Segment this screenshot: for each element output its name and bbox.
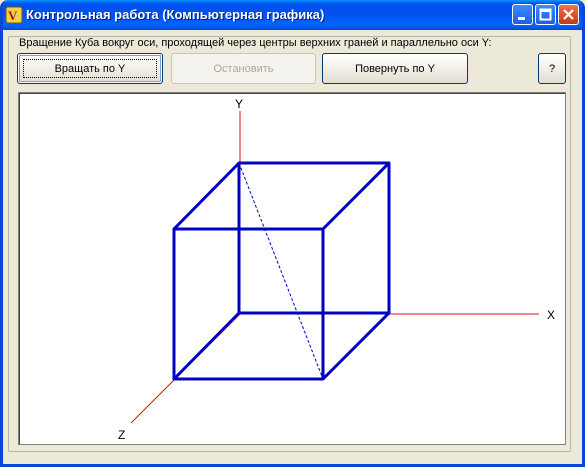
x-axis-label: X (547, 308, 555, 322)
minimize-icon (518, 17, 525, 20)
maximize-button[interactable] (535, 4, 556, 25)
stop-button-label: Остановить (213, 62, 274, 75)
groupbox-label: Вращение Куба вокруг оси, проходящей чер… (17, 37, 494, 49)
drawing-canvas: Y X Z (18, 92, 566, 445)
turn-y-button-label: Повернуть по Y (355, 62, 435, 75)
stop-button[interactable]: Остановить (171, 53, 316, 84)
rotation-axis-line (238, 162, 324, 380)
close-icon (563, 9, 574, 20)
cube-edge (172, 161, 241, 231)
close-button[interactable] (558, 4, 579, 25)
minimize-button[interactable] (512, 4, 533, 25)
cube-edge (321, 161, 391, 231)
svg-text:V: V (8, 8, 18, 23)
window-title: Контрольная работа (Компьютерная графика… (26, 7, 325, 22)
rotate-y-button[interactable]: Вращать по Y (17, 53, 163, 84)
turn-y-button[interactable]: Повернуть по Y (322, 53, 468, 84)
cube-edge (321, 311, 391, 381)
help-button-label: ? (548, 62, 556, 75)
cube-scene: Y X Z (118, 97, 555, 442)
y-axis-label: Y (235, 97, 243, 111)
title-bar[interactable]: V Контрольная работа (Компьютерная графи… (3, 0, 582, 30)
cube-edge (172, 311, 241, 381)
maximize-icon (539, 8, 552, 21)
z-axis-label: Z (118, 428, 125, 442)
focus-rectangle (23, 59, 157, 78)
app-icon: V (5, 6, 23, 24)
help-button[interactable]: ? (538, 53, 566, 84)
